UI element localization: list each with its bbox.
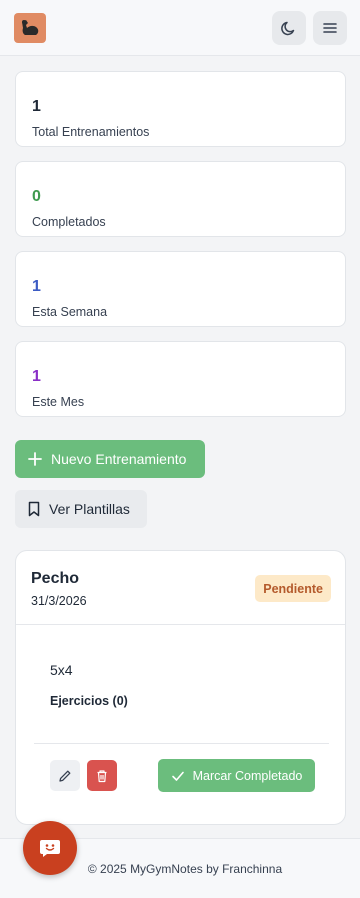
edit-button[interactable] bbox=[50, 760, 80, 791]
workout-date: 31/3/2026 bbox=[31, 594, 87, 608]
workout-title: Pecho bbox=[31, 570, 80, 587]
pencil-icon bbox=[59, 770, 71, 782]
stat-value-month: 1 bbox=[32, 368, 41, 385]
workout-card: Pecho 31/3/2026 Pendiente 5x4 Ejercicios… bbox=[15, 550, 346, 825]
stat-card-week: 1 Esta Semana bbox=[15, 251, 346, 327]
bookmark-icon bbox=[28, 501, 40, 517]
delete-button[interactable] bbox=[87, 760, 117, 791]
trash-icon bbox=[97, 769, 107, 782]
exercises-heading: Ejercicios (0) bbox=[50, 694, 128, 708]
check-icon bbox=[171, 771, 184, 781]
new-workout-button[interactable]: Nuevo Entrenamiento bbox=[15, 440, 205, 478]
view-templates-label: Ver Plantillas bbox=[49, 501, 130, 517]
stat-value-total: 1 bbox=[32, 98, 41, 115]
divider bbox=[34, 743, 329, 744]
view-templates-button[interactable]: Ver Plantillas bbox=[15, 490, 147, 528]
workout-reps: 5x4 bbox=[50, 662, 73, 678]
top-bar bbox=[0, 0, 360, 56]
mark-complete-button[interactable]: Marcar Completado bbox=[158, 759, 315, 792]
plus-icon bbox=[28, 452, 42, 466]
stat-label-completed: Completados bbox=[32, 215, 106, 229]
stat-label-total: Total Entrenamientos bbox=[32, 125, 150, 139]
smiley-chat-icon bbox=[40, 840, 60, 857]
stat-card-month: 1 Este Mes bbox=[15, 341, 346, 417]
hamburger-menu-icon bbox=[323, 23, 337, 33]
theme-toggle-button[interactable] bbox=[272, 11, 306, 45]
stat-label-month: Este Mes bbox=[32, 395, 85, 409]
stat-label-week: Esta Semana bbox=[32, 305, 108, 319]
workout-card-header: Pecho 31/3/2026 Pendiente bbox=[16, 551, 345, 625]
flexed-arm-icon bbox=[22, 20, 39, 35]
chat-fab-button[interactable] bbox=[23, 821, 77, 875]
stat-value-completed: 0 bbox=[32, 188, 41, 205]
stat-card-total: 1 Total Entrenamientos bbox=[15, 71, 346, 147]
mark-complete-label: Marcar Completado bbox=[192, 768, 303, 783]
stat-value-week: 1 bbox=[32, 278, 41, 295]
moon-icon bbox=[281, 21, 295, 36]
menu-button[interactable] bbox=[313, 11, 347, 45]
status-badge: Pendiente bbox=[255, 575, 331, 602]
new-workout-label: Nuevo Entrenamiento bbox=[51, 451, 187, 467]
stat-card-completed: 0 Completados bbox=[15, 161, 346, 237]
app-logo[interactable] bbox=[14, 13, 46, 43]
